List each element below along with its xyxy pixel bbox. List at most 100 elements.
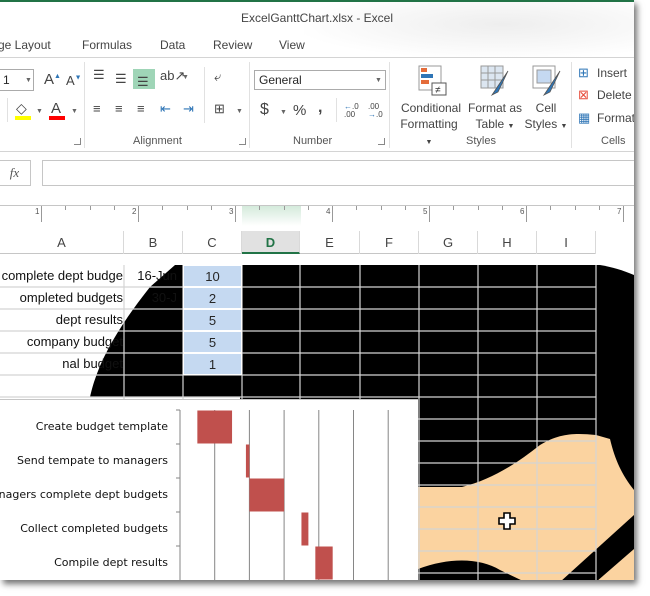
cell-b[interactable]: 30-J <box>124 287 180 309</box>
align-right-icon[interactable]: ≡ <box>137 102 145 115</box>
cell-a[interactable]: s complete dept budge <box>0 265 123 287</box>
cell-a[interactable]: dept results <box>0 309 123 331</box>
increase-indent-icon[interactable]: ⇥ <box>183 102 194 115</box>
ruler-number: 2 <box>132 207 137 216</box>
insert-function-button[interactable]: fx <box>0 160 31 186</box>
tab-review[interactable]: Review <box>213 38 252 52</box>
cell-b[interactable]: 16-Jun <box>124 265 180 287</box>
format-cells-button[interactable]: ▦ Format <box>578 110 634 128</box>
column-header-d[interactable]: D <box>242 231 300 254</box>
cell-select-cursor-icon <box>498 512 516 530</box>
cell-a[interactable]: company budget <box>0 331 123 353</box>
column-header-b[interactable]: B <box>124 231 183 254</box>
fill-color-swatch <box>15 116 31 120</box>
increase-decimal-icon[interactable]: ←.0.00 <box>344 103 362 119</box>
ruler-major-tick <box>138 206 139 222</box>
align-left-icon[interactable]: ≡ <box>93 102 101 115</box>
ruler-number: 7 <box>617 207 622 216</box>
ruler-minor-tick <box>65 206 67 210</box>
merge-center-icon[interactable]: ⊞ <box>214 102 225 115</box>
column-header-c[interactable]: C <box>183 231 242 254</box>
formula-input[interactable] <box>42 160 634 186</box>
bottom-align-icon: ☰ <box>137 74 149 89</box>
number-dialog-launcher-icon[interactable] <box>378 138 385 145</box>
gantt-bar <box>249 478 285 512</box>
decrease-decimal-icon[interactable]: .00 →.0 <box>368 103 386 119</box>
insert-cells-icon: ⊞ <box>578 65 589 80</box>
tab-page-layout[interactable]: ge Layout <box>0 38 51 52</box>
column-header-a[interactable]: A <box>0 231 124 254</box>
ruler-major-tick <box>526 206 527 222</box>
svg-text:≠: ≠ <box>435 85 441 96</box>
format-cells-icon: ▦ <box>578 110 591 125</box>
chevron-down-icon[interactable]: ▼ <box>71 108 78 115</box>
delete-cells-button[interactable]: ⊠ Delete <box>578 87 634 105</box>
cell-a[interactable]: ompleted budgets <box>0 287 123 309</box>
currency-icon[interactable]: $ <box>260 102 269 118</box>
font-dialog-launcher-icon[interactable] <box>74 138 81 145</box>
align-center-icon[interactable]: ≡ <box>115 102 123 115</box>
ruler-major-tick <box>429 206 430 222</box>
gantt-chart[interactable]: Create budget template Send tempate to ma… <box>0 399 418 580</box>
conditional-formatting-button[interactable]: ≠ Conditional Formatting ▼ <box>398 62 468 146</box>
chevron-down-icon[interactable]: ▼ <box>36 108 43 115</box>
font-size-select[interactable]: 1 ▼ <box>0 69 34 91</box>
group-separator <box>84 62 85 148</box>
cell-c[interactable]: 5 <box>183 309 242 331</box>
wrap-text-icon[interactable]: ⤶ <box>214 70 221 83</box>
font-color-icon[interactable]: A <box>51 101 61 116</box>
ruler-minor-tick <box>210 206 212 210</box>
delete-label: Delete <box>597 88 632 102</box>
group-separator <box>571 62 572 148</box>
ruler-minor-tick <box>477 206 479 210</box>
column-header-i[interactable]: I <box>537 231 596 254</box>
column-header-h[interactable]: H <box>478 231 537 254</box>
percent-icon[interactable]: % <box>293 103 306 118</box>
insert-cells-button[interactable]: ⊞ Insert <box>578 65 634 83</box>
tab-formulas[interactable]: Formulas <box>82 38 132 52</box>
category-label: Send tempate to managers <box>16 454 168 467</box>
tab-data[interactable]: Data <box>160 38 185 52</box>
cell-b[interactable] <box>124 353 180 375</box>
alignment-dialog-launcher-icon[interactable] <box>239 138 246 145</box>
fill-color-icon[interactable]: ◇ <box>16 101 27 115</box>
ruler-minor-tick <box>259 206 261 210</box>
increase-font-size-icon[interactable]: A▲ <box>44 72 61 87</box>
cell-styles-button[interactable]: Cell Styles ▼ <box>524 62 568 132</box>
label-text: Table <box>475 117 505 131</box>
chevron-down-icon[interactable]: ▼ <box>280 109 287 116</box>
formula-bar: fx <box>0 160 634 188</box>
gantt-bar <box>315 546 333 580</box>
alignment-group-label: Alignment <box>133 135 182 147</box>
insert-label: Insert <box>597 66 628 80</box>
category-label: Create budget template <box>35 420 168 433</box>
middle-align-icon[interactable]: ☰ <box>115 72 127 85</box>
column-header-g[interactable]: G <box>419 231 478 254</box>
chevron-down-icon: ▼ <box>375 77 382 84</box>
cell-c[interactable]: 10 <box>183 265 242 287</box>
delete-cells-icon: ⊠ <box>578 87 589 102</box>
cell-c[interactable]: 5 <box>183 331 242 353</box>
chevron-down-icon[interactable]: ▼ <box>182 74 189 81</box>
format-as-table-button[interactable]: Format as Table ▼ <box>466 62 524 132</box>
tab-view[interactable]: View <box>279 38 305 52</box>
window-title: ExcelGanttChart.xlsx - Excel <box>240 11 394 25</box>
decrease-indent-icon[interactable]: ⇤ <box>160 102 171 115</box>
cell-a[interactable]: nal budget <box>0 353 123 375</box>
chevron-down-icon[interactable]: ▼ <box>236 108 243 115</box>
excel-window: ExcelGanttChart.xlsx - Excel ge Layout F… <box>0 0 634 580</box>
column-header-f[interactable]: F <box>360 231 419 254</box>
number-format-value: General <box>259 73 302 87</box>
decrease-font-size-icon[interactable]: A▼ <box>66 74 82 87</box>
cell-c[interactable]: 1 <box>183 353 242 375</box>
ruler-minor-tick <box>89 206 91 210</box>
cell-c[interactable]: 2 <box>183 287 242 309</box>
number-format-select[interactable]: General ▼ <box>254 70 386 90</box>
cell-b[interactable] <box>124 331 180 353</box>
gantt-bar <box>197 410 233 444</box>
cell-b[interactable] <box>124 309 180 331</box>
column-header-e[interactable]: E <box>300 231 360 254</box>
font-size-value: 1 <box>3 73 10 87</box>
comma-style-icon[interactable]: , <box>318 100 322 116</box>
top-align-icon[interactable]: ☰ <box>93 68 105 81</box>
